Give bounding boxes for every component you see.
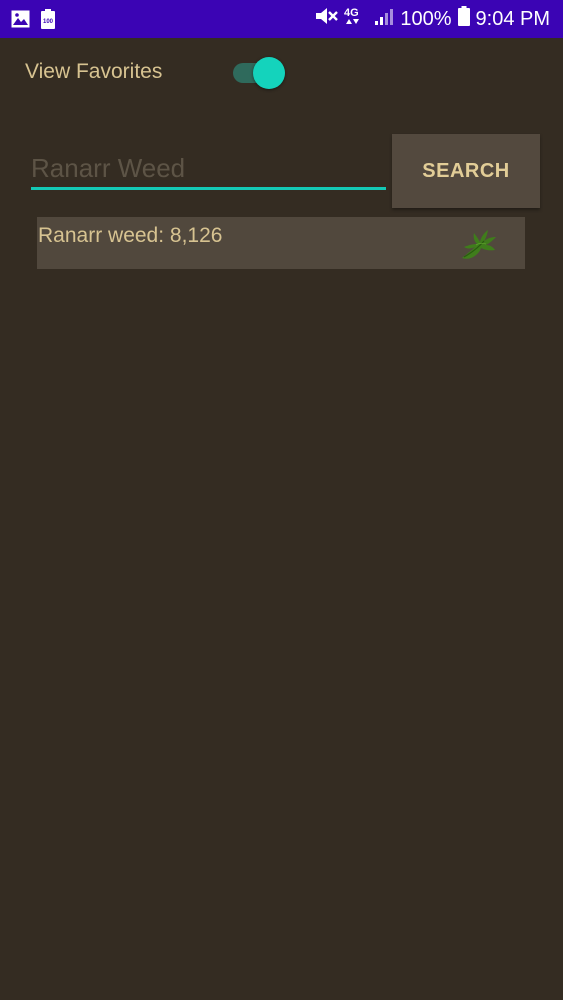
battery-saver-icon: 100	[41, 9, 55, 34]
status-bar-left: 100	[11, 9, 55, 34]
image-icon	[11, 10, 30, 33]
mute-icon	[314, 6, 339, 32]
battery-badge: 100	[43, 19, 54, 25]
status-time: 9:04 PM	[475, 7, 550, 30]
network-label: 4G	[344, 7, 359, 19]
search-button[interactable]: SEARCH	[392, 134, 540, 208]
status-bar: 100 4G 100% 9:04 PM	[0, 0, 563, 38]
battery-icon	[457, 6, 470, 32]
signal-icon	[374, 6, 394, 32]
search-input[interactable]	[31, 150, 386, 190]
list-item[interactable]: Ranarr weed: 8,126	[37, 217, 525, 269]
view-favorites-label: View Favorites	[25, 60, 163, 83]
toggle-thumb	[253, 57, 285, 89]
result-text: Ranarr weed: 8,126	[38, 224, 223, 247]
4g-lte-icon: 4G	[344, 5, 368, 33]
status-bar-right: 4G 100% 9:04 PM	[314, 0, 550, 38]
herb-leaf-icon	[459, 225, 499, 261]
battery-percent: 100%	[400, 7, 452, 30]
view-favorites-toggle[interactable]	[233, 57, 287, 89]
